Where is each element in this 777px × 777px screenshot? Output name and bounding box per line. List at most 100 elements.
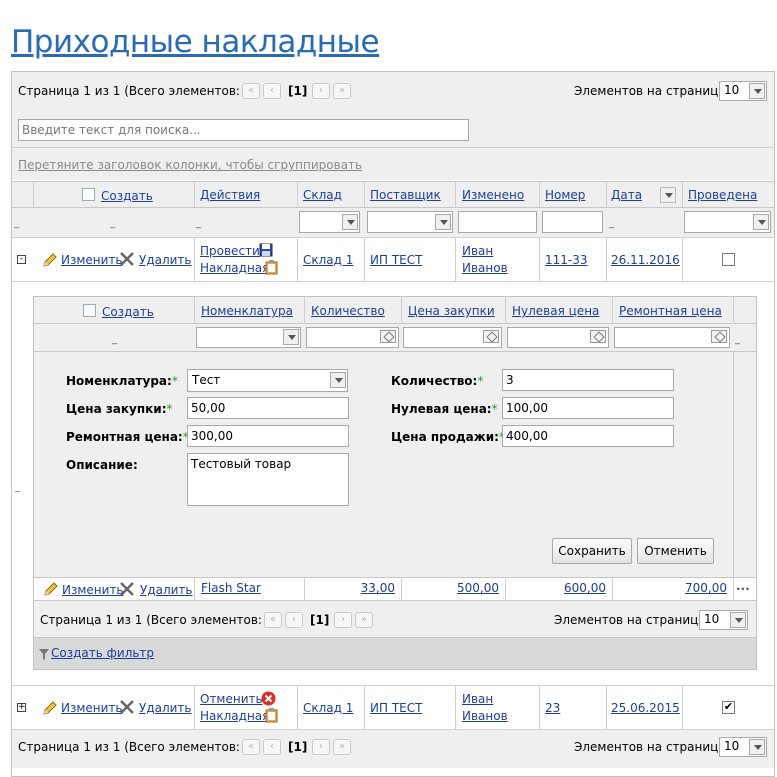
number-link[interactable]: 23 (545, 701, 560, 715)
date-filter-menu[interactable] (660, 187, 676, 203)
invoice-link[interactable]: Накладная (200, 709, 269, 723)
column-header-supplier[interactable]: Поставщик (370, 188, 441, 202)
warehouse-link[interactable]: Склад 1 (303, 253, 353, 267)
delete-link[interactable]: Удалить (139, 701, 192, 715)
save-icon[interactable] (259, 243, 273, 257)
last-page-button[interactable]: » (355, 612, 373, 628)
warehouse-link[interactable]: Склад 1 (303, 701, 353, 715)
supplier-filter[interactable] (367, 211, 453, 233)
page-size-select[interactable]: 10 (719, 81, 767, 101)
next-page-button[interactable]: › (312, 83, 330, 99)
edit-link[interactable]: Изменить (61, 701, 123, 715)
number-link[interactable]: 111-33 (545, 253, 588, 267)
detail-delete-link[interactable]: Удалить (140, 583, 193, 597)
modified-link-line1[interactable]: Иван (462, 692, 493, 706)
modified-link-line2[interactable]: Иванов (462, 261, 508, 275)
delete-link[interactable]: Удалить (139, 253, 192, 267)
cancel-button[interactable]: Отменить (637, 538, 714, 564)
quantity-filter[interactable] (306, 327, 399, 348)
page-title[interactable]: Приходные накладные (11, 24, 380, 60)
detail-create-link[interactable]: Создать (102, 305, 154, 319)
posted-checkbox[interactable]: ✔ (722, 701, 735, 714)
next-page-button[interactable]: › (334, 612, 352, 628)
column-header-zero-price[interactable]: Нулевая цена (512, 304, 599, 318)
spinner-icon[interactable] (711, 330, 727, 343)
last-page-button[interactable]: » (333, 83, 351, 99)
spinner-icon[interactable] (590, 330, 606, 343)
zero-price-value[interactable]: 600,00 (564, 581, 606, 595)
page-size-label: Элементов на странице: (574, 740, 730, 754)
description-textarea[interactable]: Тестовый товар (187, 453, 349, 506)
clipboard-icon[interactable] (265, 260, 278, 275)
posted-filter[interactable] (684, 211, 771, 233)
repair-price-filter[interactable] (614, 327, 730, 348)
purchase-price-value[interactable]: 500,00 (457, 581, 499, 595)
nomenclature-value[interactable]: Flash Star (201, 581, 261, 595)
unpost-link[interactable]: Отменить (200, 692, 263, 706)
first-page-button[interactable]: « (264, 612, 282, 628)
supplier-link[interactable]: ИП ТЕСТ (370, 253, 422, 267)
number-filter[interactable] (542, 211, 603, 233)
search-input[interactable]: Введите текст для поиска... (18, 119, 469, 141)
first-page-button[interactable]: « (242, 739, 260, 755)
table-row[interactable]: + Изменить Удалить Отменить Накладная Ск… (12, 685, 774, 730)
modified-link-line2[interactable]: Иванов (462, 709, 508, 723)
prev-page-button[interactable]: ‹ (285, 612, 303, 628)
first-page-button[interactable]: « (242, 83, 260, 99)
zero-price-input[interactable]: 100,00 (502, 397, 674, 419)
column-header-quantity[interactable]: Количество (311, 304, 385, 318)
cancel-icon[interactable] (261, 691, 276, 706)
prev-page-button[interactable]: ‹ (263, 739, 281, 755)
page-size-select[interactable]: 10 (719, 737, 767, 757)
save-button[interactable]: Сохранить (552, 538, 632, 564)
modified-filter[interactable] (458, 211, 537, 233)
modified-link-line1[interactable]: Иван (462, 244, 493, 258)
supplier-link[interactable]: ИП ТЕСТ (370, 701, 422, 715)
clipboard-icon[interactable] (265, 708, 278, 723)
column-header-warehouse[interactable]: Склад (303, 188, 342, 202)
chevron-down-icon (749, 739, 765, 755)
column-header-modified[interactable]: Изменено (462, 188, 524, 202)
pencil-icon (43, 701, 57, 715)
zero-price-filter[interactable] (507, 327, 609, 348)
filter-row: _ _ _ _ (12, 208, 774, 237)
nomenclature-filter[interactable] (196, 327, 301, 348)
sale-price-input[interactable]: 400,00 (502, 425, 674, 447)
date-link[interactable]: 26.11.2016 (611, 253, 680, 267)
spinner-icon[interactable] (483, 330, 499, 343)
detail-table-row[interactable]: Изменить Удалить Flash Star 33,00 500,00… (34, 577, 756, 601)
page-size-label: Элементов на странице: (574, 84, 730, 98)
purchase-price-filter[interactable] (403, 327, 502, 348)
repair-price-input[interactable]: 300,00 (187, 425, 349, 447)
column-header-actions[interactable]: Действия (200, 188, 260, 202)
table-row[interactable]: - Изменить Удалить Провести Накладная Ск… (12, 237, 774, 282)
column-header-posted[interactable]: Проведена (688, 188, 757, 202)
edit-link[interactable]: Изменить (61, 253, 123, 267)
collapse-icon[interactable]: - (17, 255, 26, 264)
more-icon[interactable]: ... (736, 579, 750, 593)
quantity-input[interactable]: 3 (502, 369, 674, 391)
column-header-nomenclature[interactable]: Номенклатура (201, 304, 293, 318)
invoice-link[interactable]: Накладная (200, 261, 269, 275)
column-header-repair-price[interactable]: Ремонтная цена (619, 304, 722, 318)
column-header-purchase-price[interactable]: Цена закупки (408, 304, 495, 318)
detail-edit-link[interactable]: Изменить (62, 583, 124, 597)
last-page-button[interactable]: » (333, 739, 351, 755)
detail-page-size-select[interactable]: 10 (699, 610, 748, 630)
nomenclature-select[interactable]: Тест (187, 369, 348, 392)
spinner-icon[interactable] (380, 330, 396, 343)
column-header-date[interactable]: Дата (611, 188, 642, 202)
create-link[interactable]: Создать (101, 189, 153, 203)
post-link[interactable]: Провести (200, 244, 260, 258)
create-filter-link[interactable]: Создать фильтр (51, 646, 154, 660)
posted-checkbox[interactable] (722, 253, 735, 266)
prev-page-button[interactable]: ‹ (263, 83, 281, 99)
column-header-number[interactable]: Номер (545, 188, 585, 202)
warehouse-filter[interactable] (299, 211, 360, 233)
date-link[interactable]: 25.06.2015 (611, 701, 680, 715)
repair-price-value[interactable]: 700,00 (685, 581, 727, 595)
next-page-button[interactable]: › (312, 739, 330, 755)
expand-icon[interactable]: + (17, 703, 26, 712)
quantity-value[interactable]: 33,00 (361, 581, 395, 595)
purchase-price-input[interactable]: 50,00 (187, 397, 349, 419)
